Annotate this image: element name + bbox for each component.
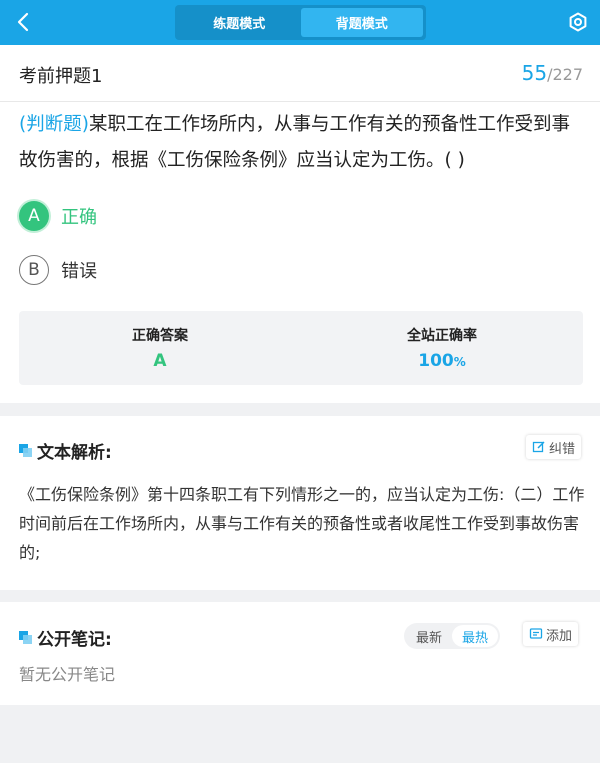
accuracy-value: 100%: [418, 351, 466, 371]
back-button[interactable]: [12, 10, 36, 34]
accuracy-label: 全站正确率: [407, 328, 477, 344]
notes-header: 公开笔记:: [19, 625, 112, 650]
report-error-button[interactable]: 纠错: [526, 435, 582, 459]
add-note-button[interactable]: 添加: [523, 622, 579, 646]
question-type: (判断题): [19, 114, 89, 135]
report-error-label: 纠错: [549, 441, 576, 457]
question-body: 某职工在工作场所内，从事与工作有关的预备性工作受到事故伤害的，根据《工伤保险条例…: [19, 114, 570, 171]
option-b[interactable]: B 错误: [19, 255, 97, 285]
correct-answer-value: A: [153, 351, 167, 371]
settings-button[interactable]: [566, 10, 590, 34]
answer-stats: 正确答案 A 全站正确率 100%: [19, 311, 583, 385]
mode-memorize-button[interactable]: 背题模式: [300, 8, 423, 37]
accuracy-unit: %: [453, 355, 466, 369]
correct-answer-label: 正确答案: [132, 328, 188, 344]
analysis-title: 文本解析:: [37, 443, 112, 463]
question-text: (判断题)某职工在工作场所内，从事与工作有关的预备性工作受到事故伤害的，根据《工…: [19, 107, 585, 179]
analysis-text: 《工伤保险条例》第十四条职工有下列情形之一的，应当认定为工伤:（二）工作时间前后…: [19, 485, 585, 562]
question-card: 考前押题1 55/227 (判断题)某职工在工作场所内，从事与工作有关的预备性工…: [0, 45, 600, 403]
correct-answer-stat: 正确答案 A: [19, 311, 301, 385]
notes-title: 公开笔记:: [37, 630, 112, 650]
option-b-text: 错误: [61, 261, 97, 282]
option-a-letter: A: [19, 201, 49, 231]
notes-card: 公开笔记: 最新 最热 添加 暂无公开笔记: [0, 602, 600, 705]
top-bar: 练题模式 背题模式: [0, 0, 600, 45]
exam-title: 考前押题1: [19, 66, 103, 87]
analysis-header: 文本解析:: [19, 438, 112, 463]
note-icon: [529, 628, 543, 639]
current-question-number: 55: [521, 61, 548, 85]
total-questions: /227: [547, 65, 583, 84]
option-b-letter: B: [19, 255, 49, 285]
section-icon: [19, 443, 33, 458]
notes-sort-tabs: 最新 最热: [404, 623, 501, 649]
chevron-left-icon: [17, 12, 29, 32]
empty-notes-text: 暂无公开笔记: [19, 665, 116, 684]
option-a-text: 正确: [61, 207, 97, 228]
option-a[interactable]: A 正确: [19, 201, 97, 231]
edit-icon: [532, 441, 545, 453]
gear-icon: [569, 12, 587, 32]
exam-header: 考前押题1 55/227: [0, 45, 600, 102]
section-icon: [19, 630, 33, 645]
mode-switch: 练题模式 背题模式: [175, 5, 426, 40]
sort-hottest-tab[interactable]: 最热: [452, 625, 499, 647]
analysis-card: 文本解析: 纠错 《工伤保险条例》第十四条职工有下列情形之一的，应当认定为工伤:…: [0, 416, 600, 590]
accuracy-number: 100: [418, 351, 454, 371]
add-note-label: 添加: [546, 628, 573, 644]
sort-latest-tab[interactable]: 最新: [406, 625, 452, 647]
question-counter: 55/227: [522, 61, 583, 85]
mode-practice-button[interactable]: 练题模式: [178, 8, 301, 37]
accuracy-stat: 全站正确率 100%: [301, 311, 583, 385]
